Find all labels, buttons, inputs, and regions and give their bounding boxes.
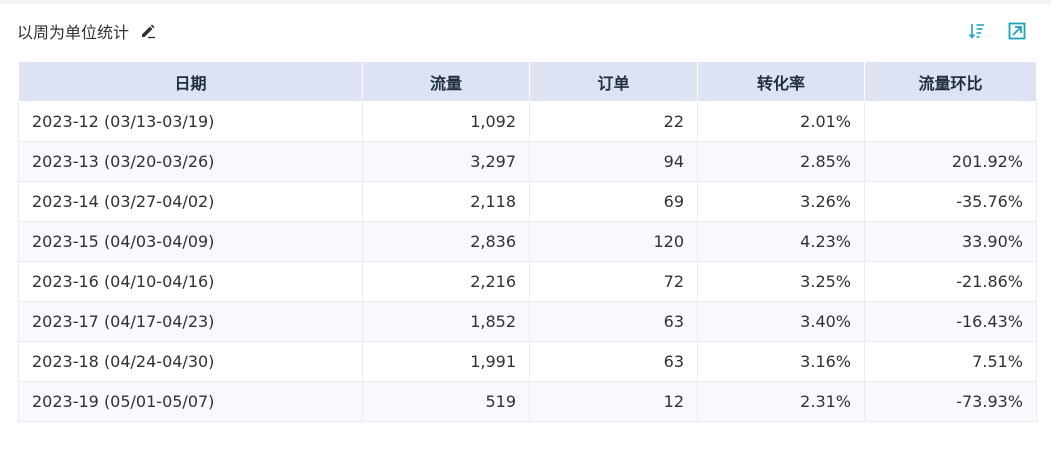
weekly-stats-table: 日期 流量 订单 转化率 流量环比 2023-12 (03/13-03/19) … [18, 61, 1037, 422]
cell-conversion: 4.23% [697, 221, 865, 262]
cell-conversion: 3.16% [697, 341, 865, 382]
cell-traffic: 2,216 [362, 261, 530, 302]
cell-orders: 22 [529, 101, 698, 142]
table-row: 2023-14 (03/27-04/02) 2,118 69 3.26% -35… [18, 181, 1037, 222]
column-header-conversion[interactable]: 转化率 [697, 61, 865, 102]
edit-icon[interactable] [139, 22, 157, 40]
table-row: 2023-12 (03/13-03/19) 1,092 22 2.01% [18, 101, 1037, 142]
cell-date: 2023-18 (04/24-04/30) [18, 341, 363, 382]
cell-traffic-change: 7.51% [864, 341, 1037, 382]
cell-traffic-change [864, 101, 1037, 142]
column-header-traffic[interactable]: 流量 [362, 61, 530, 102]
cell-date: 2023-14 (03/27-04/02) [18, 181, 363, 222]
cell-traffic-change: -16.43% [864, 301, 1037, 342]
cell-traffic: 1,852 [362, 301, 530, 342]
cell-date: 2023-17 (04/17-04/23) [18, 301, 363, 342]
cell-traffic-change: -73.93% [864, 381, 1037, 422]
table-row: 2023-18 (04/24-04/30) 1,991 63 3.16% 7.5… [18, 341, 1037, 382]
weekly-stats-panel: 以周为单位统计 日期 流量 订单 转化率 流量环比 2023-12 (03/13… [0, 4, 1051, 454]
column-header-orders[interactable]: 订单 [529, 61, 698, 102]
cell-conversion: 3.26% [697, 181, 865, 222]
cell-date: 2023-19 (05/01-05/07) [18, 381, 363, 422]
cell-conversion: 3.25% [697, 261, 865, 302]
cell-date: 2023-15 (04/03-04/09) [18, 221, 363, 262]
column-header-traffic-change[interactable]: 流量环比 [864, 61, 1037, 102]
table-row: 2023-19 (05/01-05/07) 519 12 2.31% -73.9… [18, 381, 1037, 422]
cell-orders: 69 [529, 181, 698, 222]
cell-conversion: 2.85% [697, 141, 865, 182]
cell-date: 2023-12 (03/13-03/19) [18, 101, 363, 142]
cell-date: 2023-16 (04/10-04/16) [18, 261, 363, 302]
cell-conversion: 2.01% [697, 101, 865, 142]
cell-traffic: 1,092 [362, 101, 530, 142]
panel-toolbar [967, 21, 1027, 41]
cell-traffic-change: -21.86% [864, 261, 1037, 302]
cell-orders: 72 [529, 261, 698, 302]
cell-traffic: 2,118 [362, 181, 530, 222]
sort-icon[interactable] [967, 21, 987, 41]
table-row: 2023-13 (03/20-03/26) 3,297 94 2.85% 201… [18, 141, 1037, 182]
cell-orders: 12 [529, 381, 698, 422]
cell-traffic: 3,297 [362, 141, 530, 182]
cell-orders: 63 [529, 301, 698, 342]
expand-icon[interactable] [1007, 21, 1027, 41]
cell-date: 2023-13 (03/20-03/26) [18, 141, 363, 182]
table-header-row: 日期 流量 订单 转化率 流量环比 [18, 61, 1037, 102]
cell-traffic: 2,836 [362, 221, 530, 262]
table-row: 2023-15 (04/03-04/09) 2,836 120 4.23% 33… [18, 221, 1037, 262]
table-row: 2023-17 (04/17-04/23) 1,852 63 3.40% -16… [18, 301, 1037, 342]
cell-conversion: 2.31% [697, 381, 865, 422]
cell-traffic-change: -35.76% [864, 181, 1037, 222]
cell-traffic-change: 201.92% [864, 141, 1037, 182]
column-header-date[interactable]: 日期 [18, 61, 363, 102]
cell-conversion: 3.40% [697, 301, 865, 342]
cell-orders: 120 [529, 221, 698, 262]
cell-traffic-change: 33.90% [864, 221, 1037, 262]
cell-orders: 63 [529, 341, 698, 382]
cell-orders: 94 [529, 141, 698, 182]
cell-traffic: 519 [362, 381, 530, 422]
panel-header: 以周为单位统计 [17, 19, 157, 43]
table-row: 2023-16 (04/10-04/16) 2,216 72 3.25% -21… [18, 261, 1037, 302]
panel-title: 以周为单位统计 [17, 23, 130, 42]
cell-traffic: 1,991 [362, 341, 530, 382]
